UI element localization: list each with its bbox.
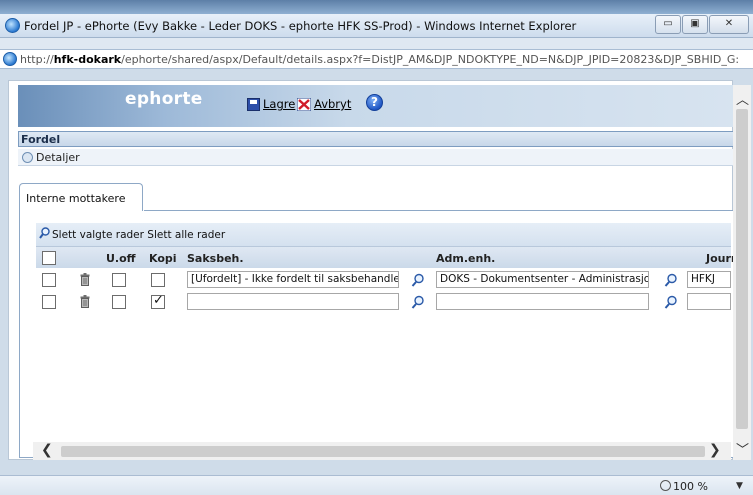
save-button[interactable]: Lagre xyxy=(247,97,295,111)
grid-header: U.off Kopi Saksbeh. Adm.enh. Journ xyxy=(36,246,739,268)
app-header: ephorte Lagre Avbryt ? xyxy=(18,85,751,127)
tab-bar: Interne mottakere xyxy=(18,183,748,211)
ephorte-logo: ephorte xyxy=(125,89,203,109)
journ-field[interactable] xyxy=(687,293,731,310)
search-icon xyxy=(39,227,50,239)
ie-icon xyxy=(5,18,20,33)
table-row: [Ufordelt] - Ikke fordelt til saksbehand… xyxy=(36,269,731,291)
delete-all-link[interactable]: Slett alle rader xyxy=(147,229,225,241)
help-button[interactable]: ? xyxy=(366,94,383,111)
uoff-checkbox[interactable] xyxy=(112,295,126,309)
floppy-icon xyxy=(247,97,260,111)
save-label: Lagre xyxy=(263,97,296,111)
address-bar[interactable]: http://hfk-dokark/ephorte/shared/aspx/De… xyxy=(0,49,753,69)
trash-icon[interactable] xyxy=(80,273,90,286)
delete-selected-link[interactable]: Slett valgte rader xyxy=(52,229,144,241)
toolbar-gap xyxy=(0,38,753,49)
section-title: Fordel xyxy=(21,133,61,146)
saksbeh-field[interactable]: [Ufordelt] - Ikke fordelt til saksbehand… xyxy=(187,271,399,288)
zoom-icon xyxy=(660,480,671,491)
zoom-control[interactable]: 100 % xyxy=(660,480,708,493)
admenh-lookup-icon[interactable] xyxy=(664,295,678,309)
scroll-left-icon[interactable]: ❮ xyxy=(41,442,53,458)
col-admenh[interactable]: Adm.enh. xyxy=(436,252,495,265)
section-header-fordel: Fordel xyxy=(18,131,748,147)
vertical-scrollbar[interactable]: ︿ ﹀ xyxy=(733,85,751,460)
details-label: Detaljer xyxy=(36,151,80,164)
status-bar: 100 % ▼ xyxy=(0,475,753,495)
maximize-button[interactable]: ▣ xyxy=(682,15,708,34)
window-title: Fordel JP - ePhorte (Evy Bakke - Leder D… xyxy=(24,19,577,33)
cancel-x-icon xyxy=(297,97,311,111)
col-kopi[interactable]: Kopi xyxy=(149,252,177,265)
admenh-field[interactable] xyxy=(436,293,649,310)
title-bar: Fordel JP - ePhorte (Evy Bakke - Leder D… xyxy=(0,14,753,38)
saksbeh-field[interactable] xyxy=(187,293,399,310)
horizontal-scroll-thumb[interactable] xyxy=(61,446,705,457)
horizontal-scrollbar[interactable]: ❮ ❯ xyxy=(33,442,731,460)
col-saksbeh[interactable]: Saksbeh. xyxy=(187,252,244,265)
details-toggle[interactable]: Detaljer xyxy=(18,149,748,166)
close-button[interactable]: ✕ xyxy=(709,15,749,34)
kopi-checkbox-checked[interactable] xyxy=(151,293,165,309)
tab-label: Interne mottakere xyxy=(26,192,126,205)
saksbeh-lookup-icon[interactable] xyxy=(411,273,425,287)
row-select-checkbox[interactable] xyxy=(42,273,56,287)
grid-actions: Slett valgte rader Slett alle rader xyxy=(36,223,731,246)
select-all-checkbox[interactable] xyxy=(42,251,56,265)
journ-field[interactable]: HFKJ xyxy=(687,271,731,288)
scroll-right-icon[interactable]: ❯ xyxy=(709,442,721,458)
expand-icon xyxy=(22,152,33,163)
scroll-down-icon[interactable]: ﹀ xyxy=(736,439,749,458)
vertical-scroll-thumb[interactable] xyxy=(736,109,748,429)
zoom-dropdown-icon[interactable]: ▼ xyxy=(736,481,743,491)
page-icon xyxy=(3,52,17,66)
help-icon: ? xyxy=(366,94,383,111)
cancel-label: Avbryt xyxy=(314,97,352,111)
admenh-lookup-icon[interactable] xyxy=(664,273,678,287)
minimize-button[interactable]: ▭ xyxy=(655,15,681,34)
col-uoff[interactable]: U.off xyxy=(106,252,136,265)
uoff-checkbox[interactable] xyxy=(112,273,126,287)
admenh-field[interactable]: DOKS - Dokumentsenter - Administrasjons xyxy=(436,271,649,288)
action-links: Slett valgte rader Slett alle rader xyxy=(52,229,225,241)
address-url[interactable]: http://hfk-dokark/ephorte/shared/aspx/De… xyxy=(20,53,739,66)
kopi-checkbox[interactable] xyxy=(151,273,165,287)
tab-interne-mottakere[interactable]: Interne mottakere xyxy=(19,183,143,211)
cancel-button[interactable]: Avbryt xyxy=(297,97,351,111)
zoom-level: 100 % xyxy=(673,480,708,493)
row-select-checkbox[interactable] xyxy=(42,295,56,309)
table-row xyxy=(36,291,731,313)
trash-icon[interactable] xyxy=(80,295,90,308)
scroll-up-icon[interactable]: ︿ xyxy=(736,89,749,108)
saksbeh-lookup-icon[interactable] xyxy=(411,295,425,309)
taskbar-strip xyxy=(0,0,753,14)
